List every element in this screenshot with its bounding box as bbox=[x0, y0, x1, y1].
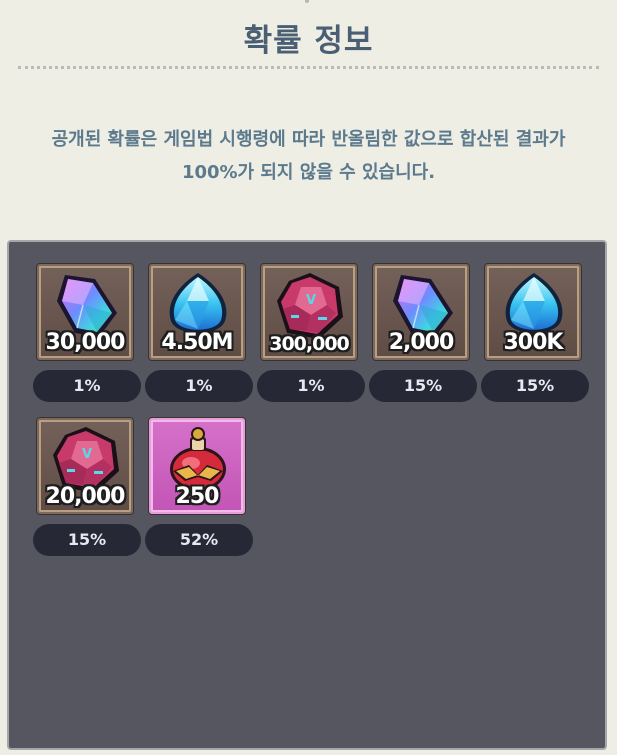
reward-list-panel[interactable]: 30,000 1% 4.50M 1% V 300,000 1% 2,000 15… bbox=[7, 240, 607, 750]
notice-line-1: 공개된 확률은 게임법 시행령에 따라 반올림한 값으로 합산된 결과가 bbox=[51, 129, 566, 150]
reward-item: 4.50M 1% bbox=[145, 264, 255, 404]
probability-badge: 1% bbox=[145, 370, 253, 402]
probability-badge: 15% bbox=[33, 524, 141, 556]
reward-amount: 2,000 bbox=[388, 330, 455, 355]
reward-card: V 20,000 bbox=[37, 418, 133, 514]
probability-notice: 공개된 확률은 게임법 시행령에 따라 반올림한 값으로 합산된 결과가 100… bbox=[10, 123, 607, 189]
reward-amount: 250 bbox=[175, 484, 220, 509]
probability-badge: 1% bbox=[33, 370, 141, 402]
page-title: 확률 정보 bbox=[243, 23, 374, 59]
reward-card: V 300,000 bbox=[261, 264, 357, 360]
reward-card: 4.50M bbox=[149, 264, 245, 360]
reward-item: V 20,000 15% bbox=[33, 418, 143, 558]
reward-amount: 30,000 bbox=[45, 330, 126, 355]
reward-item: 2,000 15% bbox=[369, 264, 479, 404]
reward-item: 300K 15% bbox=[481, 264, 591, 404]
reward-item: 30,000 1% bbox=[33, 264, 143, 404]
notice-line-2: 100%가 되지 않을 수 있습니다. bbox=[181, 162, 436, 183]
reward-amount: 4.50M bbox=[161, 330, 233, 355]
probability-badge: 15% bbox=[369, 370, 477, 402]
reward-card: 300K bbox=[485, 264, 581, 360]
probability-badge: 1% bbox=[257, 370, 365, 402]
probability-badge: 15% bbox=[481, 370, 589, 402]
svg-text:V: V bbox=[82, 447, 92, 462]
reward-item: V 300,000 1% bbox=[257, 264, 367, 404]
reward-amount: 20,000 bbox=[45, 484, 126, 509]
reward-card: 250 bbox=[149, 418, 245, 514]
probability-badge: 52% bbox=[145, 524, 253, 556]
reward-item: 250 52% bbox=[145, 418, 255, 558]
reward-card: 2,000 bbox=[373, 264, 469, 360]
pink-dice-icon: V bbox=[277, 273, 343, 339]
top-handle-mark bbox=[305, 0, 309, 3]
svg-text:V: V bbox=[306, 293, 316, 308]
reward-amount: 300K bbox=[503, 330, 564, 355]
reward-amount: 300,000 bbox=[269, 333, 350, 355]
reward-card: 30,000 bbox=[37, 264, 133, 360]
dotted-divider bbox=[18, 66, 599, 69]
